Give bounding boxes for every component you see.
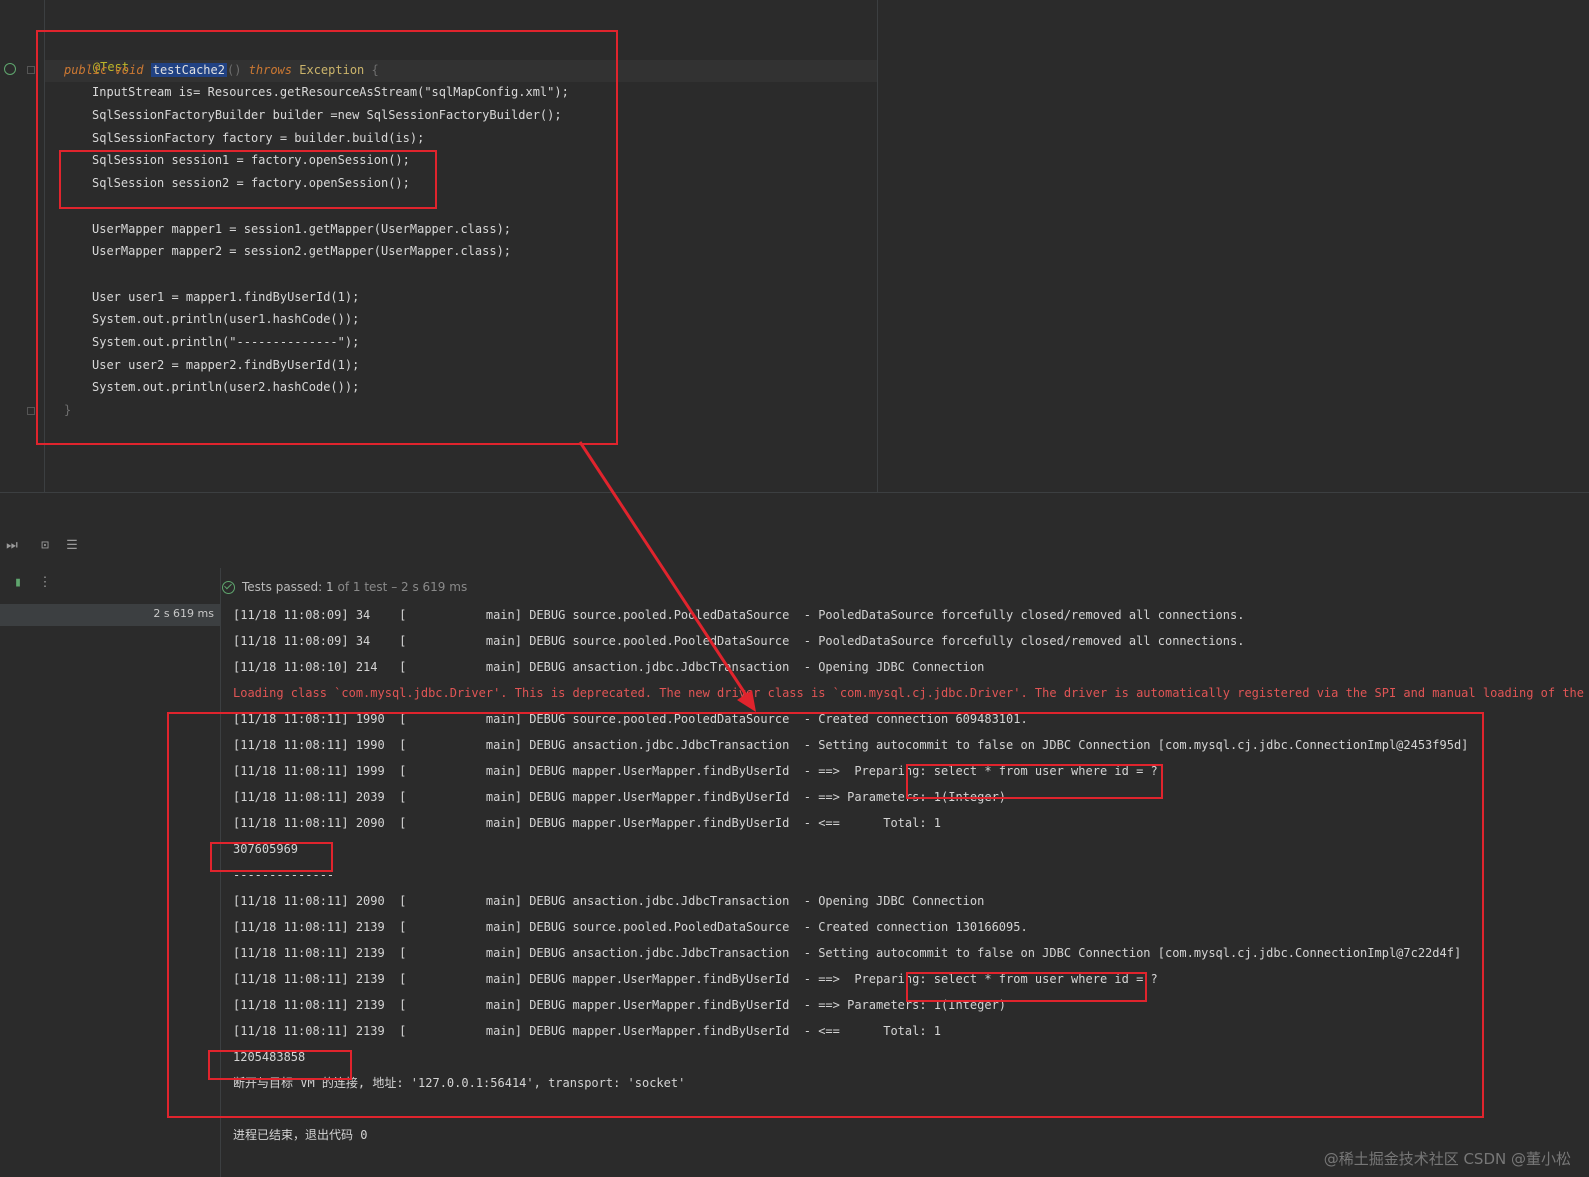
watermark: @稀土掘金技术社区 CSDN @董小松 <box>1323 1150 1571 1168</box>
annotation-arrow <box>578 441 756 712</box>
